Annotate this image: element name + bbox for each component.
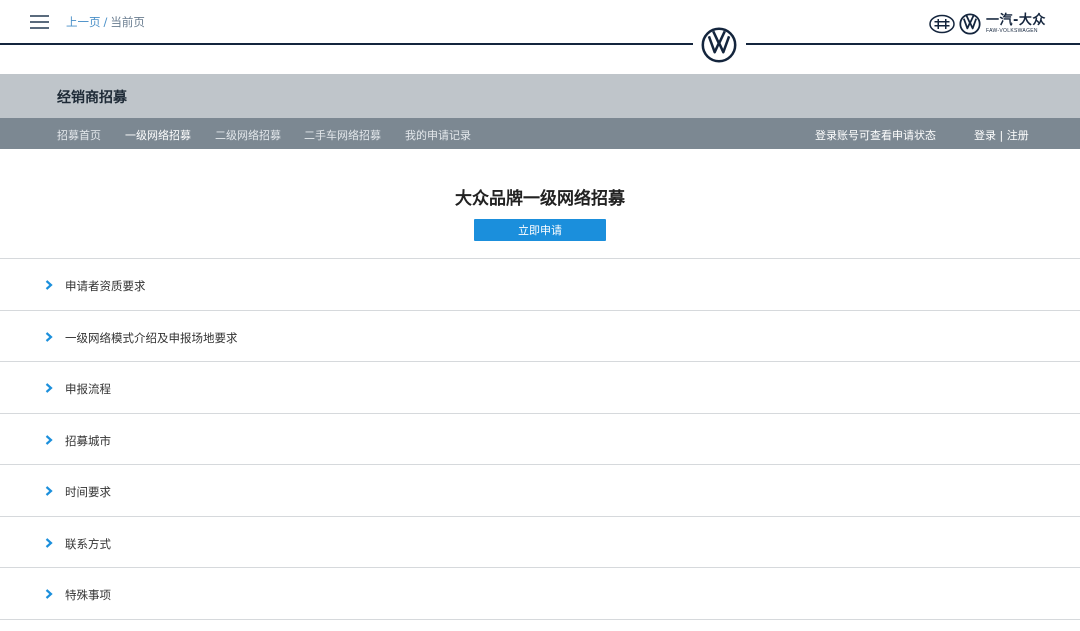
nav-item-used-car-recruitment[interactable]: 二手车网络招募: [304, 127, 381, 143]
accordion-item-applicant-qualifications[interactable]: 申请者资质要求: [0, 259, 1080, 309]
accordion-item-label: 一级网络模式介绍及申报场地要求: [65, 331, 238, 345]
section-title: 经销商招募: [57, 90, 127, 106]
brand-name-cn: 一汽-大众: [986, 13, 1046, 28]
accordion-item-label: 招募城市: [65, 434, 111, 448]
top-header: 上一页 / 当前页 一汽-大众 FAW-VOLKSWAGEN: [0, 0, 1080, 74]
register-link[interactable]: 注册: [1007, 129, 1029, 142]
nav-item-recruitment-home[interactable]: 招募首页: [57, 127, 101, 143]
recruitment-nav: 招募首页 一级网络招募 二级网络招募 二手车网络招募 我的申请记录 登录账号可查…: [0, 118, 1080, 149]
nav-item-tier1-recruitment[interactable]: 一级网络招募: [125, 127, 191, 143]
hamburger-menu-icon[interactable]: [30, 14, 49, 30]
faw-emblem-icon: [929, 14, 955, 34]
page-title: 大众品牌一级网络招募: [455, 189, 625, 209]
faw-volkswagen-brand[interactable]: 一汽-大众 FAW-VOLKSWAGEN: [929, 12, 1046, 36]
header-divider-left: [0, 43, 693, 45]
apply-now-button[interactable]: 立即申请: [474, 219, 606, 241]
chevron-right-icon: [45, 538, 53, 548]
chevron-right-icon: [45, 589, 53, 599]
accordion-item-label: 时间要求: [65, 485, 111, 499]
accordion-item-application-process[interactable]: 申报流程: [0, 362, 1080, 412]
breadcrumb-separator: /: [103, 15, 108, 29]
chevron-right-icon: [45, 383, 53, 393]
breadcrumb-current: 当前页: [110, 15, 145, 29]
auth-divider: |: [999, 129, 1004, 142]
chevron-right-icon: [45, 435, 53, 445]
header-divider-right: [746, 43, 1080, 45]
accordion-divider: [0, 619, 1080, 620]
brand-wordmark: 一汽-大众 FAW-VOLKSWAGEN: [986, 14, 1046, 34]
breadcrumb: 上一页 / 当前页: [66, 14, 145, 30]
accordion-item-time-requirements[interactable]: 时间要求: [0, 465, 1080, 515]
accordion-item-label: 联系方式: [65, 537, 111, 551]
accordion-item-network-mode-and-site[interactable]: 一级网络模式介绍及申报场地要求: [0, 311, 1080, 361]
volkswagen-small-logo-icon: [959, 13, 981, 35]
login-link[interactable]: 登录: [974, 129, 996, 142]
chevron-right-icon: [45, 486, 53, 496]
brand-name-en: FAW-VOLKSWAGEN: [986, 28, 1038, 34]
volkswagen-logo-icon[interactable]: [701, 27, 737, 63]
accordion-item-label: 申请者资质要求: [65, 279, 146, 293]
accordion-item-special-notes[interactable]: 特殊事项: [0, 568, 1080, 618]
accordion-item-label: 特殊事项: [65, 588, 111, 602]
nav-item-my-applications[interactable]: 我的申请记录: [405, 127, 471, 143]
nav-item-tier2-recruitment[interactable]: 二级网络招募: [215, 127, 281, 143]
auth-links: 登录 | 注册: [974, 127, 1029, 143]
chevron-right-icon: [45, 280, 53, 290]
accordion-item-contact[interactable]: 联系方式: [0, 517, 1080, 567]
chevron-right-icon: [45, 332, 53, 342]
section-title-bar: 经销商招募: [0, 74, 1080, 118]
login-hint: 登录账号可查看申请状态: [815, 129, 936, 142]
accordion-item-recruitment-cities[interactable]: 招募城市: [0, 414, 1080, 464]
accordion-item-label: 申报流程: [65, 382, 111, 396]
breadcrumb-prev-link[interactable]: 上一页: [66, 15, 101, 29]
